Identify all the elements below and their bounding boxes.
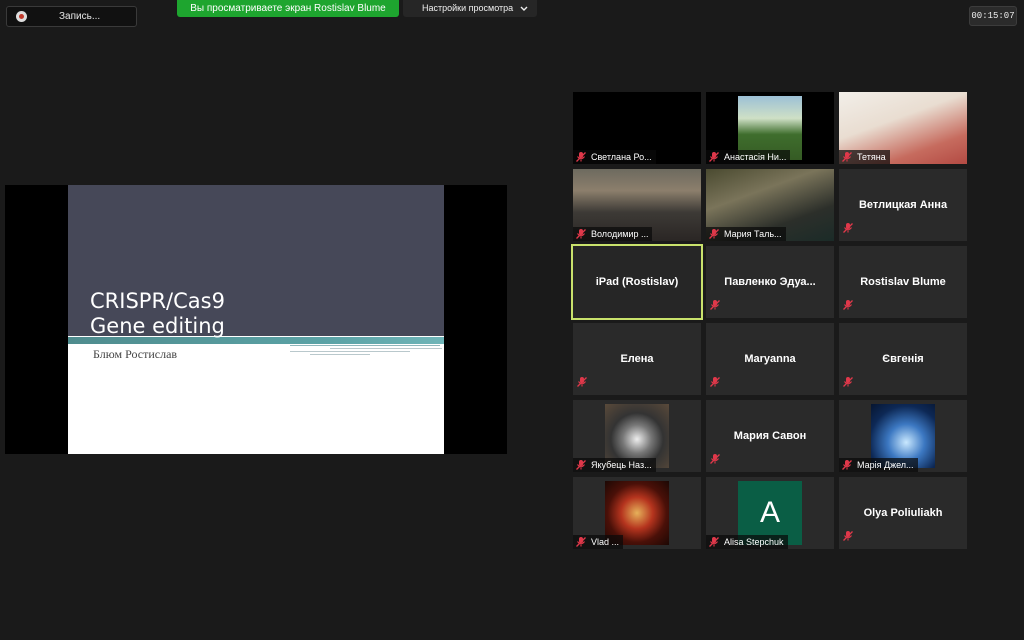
participant-tile[interactable]: Мария Савон — [706, 400, 834, 472]
participant-name-tag: Якубець Наз... — [573, 458, 656, 472]
participant-tile[interactable]: Maryanna — [706, 323, 834, 395]
mute-indicator — [709, 375, 725, 393]
participant-name: Maryanna — [744, 353, 796, 365]
muted-mic-icon — [576, 537, 586, 547]
muted-mic-icon — [843, 531, 853, 541]
participant-tile[interactable]: Марія Джел... — [839, 400, 967, 472]
participant-name: Rostislav Blume — [860, 276, 946, 288]
participant-name-tag: Марія Джел... — [839, 458, 918, 472]
participant-tile[interactable]: Анастасія Ни... — [706, 92, 834, 164]
participant-name: Ветлицкая Анна — [858, 199, 948, 211]
mute-indicator — [842, 375, 858, 393]
participant-name-tag: Alisa Stepchuk — [706, 535, 788, 549]
muted-mic-icon — [709, 537, 719, 547]
muted-mic-icon — [577, 377, 587, 387]
muted-mic-icon — [842, 460, 852, 470]
participant-name: iPad (Rostislav) — [595, 276, 679, 288]
participant-name: Павленко Эдуа... — [724, 276, 816, 288]
mute-indicator — [842, 221, 858, 239]
participant-tile[interactable]: Павленко Эдуа... — [706, 246, 834, 318]
record-icon — [16, 11, 27, 22]
participant-name-tag: Vlad ... — [573, 535, 624, 549]
record-button[interactable]: Запись... — [6, 6, 137, 27]
participant-tile[interactable]: A Alisa Stepchuk — [706, 477, 834, 549]
slide-subtitle: Блюм Ростислав — [93, 347, 178, 361]
participant-name-tag: Володимир ... — [573, 227, 653, 241]
participant-name-tag: Мария Таль... — [706, 227, 786, 241]
participant-tile[interactable]: Елена — [573, 323, 701, 395]
muted-mic-icon — [842, 152, 852, 162]
participant-tile[interactable]: Тетяна — [839, 92, 967, 164]
slide-title: CRISPR/Cas9 Gene editing — [90, 289, 225, 339]
participant-name: Анастасія Ни... — [724, 152, 787, 162]
participant-name: Мария Савон — [733, 430, 807, 442]
screen-share-banner: Вы просматриваете экран Rostislav Blume — [177, 0, 399, 17]
participant-tile[interactable]: Rostislav Blume — [839, 246, 967, 318]
chevron-down-icon — [520, 6, 528, 11]
participant-name: Мария Таль... — [724, 229, 782, 239]
muted-mic-icon — [709, 152, 719, 162]
participant-name-tag: Анастасія Ни... — [706, 150, 791, 164]
participant-name: Володимир ... — [591, 229, 649, 239]
view-options-button[interactable]: Настройки просмотра — [403, 0, 537, 17]
participant-name-tag: Светлана Ро... — [573, 150, 656, 164]
participant-tile[interactable]: Євгенія — [839, 323, 967, 395]
participant-tile[interactable]: iPad (Rostislav) — [571, 244, 703, 320]
participant-name: Якубець Наз... — [591, 460, 652, 470]
participant-name-tag: Тетяна — [839, 150, 890, 164]
participant-tile[interactable]: Мария Таль... — [706, 169, 834, 241]
mute-indicator — [709, 452, 725, 470]
muted-mic-icon — [710, 300, 720, 310]
mute-indicator — [576, 375, 592, 393]
participant-tile[interactable]: Olya Poliuliakh — [839, 477, 967, 549]
muted-mic-icon — [710, 454, 720, 464]
participant-name: Olya Poliuliakh — [863, 507, 943, 519]
participant-tile[interactable]: Володимир ... — [573, 169, 701, 241]
mute-indicator — [842, 298, 858, 316]
slide-title-line-2: Gene editing — [90, 314, 225, 338]
participant-name: Марія Джел... — [857, 460, 914, 470]
meeting-timer: 00:15:07 — [969, 6, 1017, 26]
participant-tile[interactable]: Vlad ... — [573, 477, 701, 549]
mute-indicator — [709, 298, 725, 316]
slide-decorative-lines — [290, 345, 442, 357]
muted-mic-icon — [843, 223, 853, 233]
muted-mic-icon — [576, 152, 586, 162]
participant-name: Светлана Ро... — [591, 152, 652, 162]
participant-name: Євгенія — [882, 353, 924, 365]
slide-title-line-1: CRISPR/Cas9 — [90, 289, 225, 313]
muted-mic-icon — [843, 300, 853, 310]
participant-name: Alisa Stepchuk — [724, 537, 784, 547]
participant-name: Тетяна — [857, 152, 886, 162]
muted-mic-icon — [710, 377, 720, 387]
participant-name: Vlad ... — [591, 537, 620, 547]
presentation-slide: CRISPR/Cas9 Gene editing Блюм Ростислав — [68, 185, 444, 454]
participant-tile[interactable]: Ветлицкая Анна — [839, 169, 967, 241]
muted-mic-icon — [576, 460, 586, 470]
view-options-label: Настройки просмотра — [422, 3, 514, 13]
muted-mic-icon — [709, 229, 719, 239]
participant-tile[interactable]: Светлана Ро... — [573, 92, 701, 164]
muted-mic-icon — [576, 229, 586, 239]
participant-tile[interactable]: Якубець Наз... — [573, 400, 701, 472]
shared-screen: CRISPR/Cas9 Gene editing Блюм Ростислав — [5, 185, 507, 454]
participant-name: Елена — [620, 353, 654, 365]
muted-mic-icon — [843, 377, 853, 387]
mute-indicator — [842, 529, 858, 547]
record-label: Запись... — [59, 11, 101, 22]
